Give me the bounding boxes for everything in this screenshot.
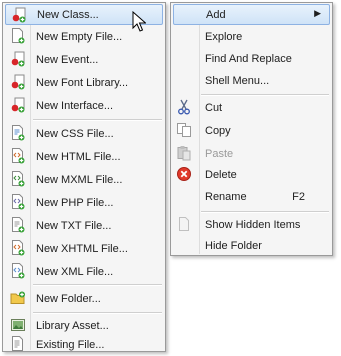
empty-file-icon [12,28,25,44]
menu-item-label: New XML File... [36,265,114,278]
menu-item-hide-folder[interactable]: Hide Folder [173,235,330,256]
menu-item-label: New HTML File... [36,150,121,163]
scissors-icon [178,99,190,115]
menu-item-label: New TXT File... [36,219,112,232]
menu-item-label: Existing File... [36,338,105,351]
font-library-icon [11,74,25,90]
paste-icon [177,146,191,161]
menu-item-label: Paste [205,147,234,160]
copy-icon [177,123,191,137]
menu-item-label: Delete [205,168,237,181]
txt-file-icon [12,217,25,233]
xml-file-icon [12,263,25,279]
menu-item-delete[interactable]: Delete [173,164,330,185]
html-file-icon [12,148,25,164]
menu-item-new-xml-file[interactable]: New XML File... [5,261,163,282]
shortcut-label: F2 [292,190,305,203]
menu-item-new-folder[interactable]: New Folder... [5,288,163,309]
menu-item-new-css-file[interactable]: New CSS File... [5,123,163,144]
menu-item-show-hidden-items[interactable]: Show Hidden Items [173,214,330,235]
menu-item-explore[interactable]: Explore [173,26,330,47]
menu-item-label: Find And Replace [205,52,292,65]
menu-item-library-asset[interactable]: Library Asset... [5,315,163,336]
menu-item-add[interactable]: Add ▶ [173,4,330,25]
menu-item-existing-file[interactable]: Existing File... [5,336,163,351]
menu-item-new-mxml-file[interactable]: New MXML File... [5,169,163,190]
class-icon [12,7,26,23]
menu-item-label: New XHTML File... [36,242,128,255]
library-asset-icon [11,319,25,331]
menu-item-paste[interactable]: Paste [173,143,330,164]
delete-icon [177,167,191,181]
menu-item-label: Add [206,8,226,21]
menu-item-new-php-file[interactable]: New PHP File... [5,192,163,213]
menu-item-new-html-file[interactable]: New HTML File... [5,146,163,167]
menu-item-new-xhtml-file[interactable]: New XHTML File... [5,238,163,259]
css-file-icon [12,125,25,141]
menu-item-label: New Font Library... [36,76,129,89]
menu-item-label: Library Asset... [36,319,109,332]
menu-item-label: New Empty File... [36,30,123,43]
menu-item-label: New MXML File... [36,173,123,186]
menu-separator [33,312,162,314]
php-file-icon [12,194,25,210]
xhtml-file-icon [12,240,25,256]
event-icon [11,51,25,67]
mxml-file-icon [12,171,25,187]
show-hidden-icon [179,217,189,231]
submenu-arrow-icon: ▶ [314,8,321,18]
menu-item-label: New Interface... [36,99,114,112]
menu-item-label: Hide Folder [205,239,262,252]
menu-item-label: New Folder... [36,292,101,305]
interface-icon [11,97,25,113]
mouse-cursor-icon [132,11,146,32]
new-folder-icon [10,291,25,304]
menu-separator [201,94,329,96]
menu-item-find-and-replace[interactable]: Find And Replace [173,48,330,69]
existing-file-icon [12,336,23,351]
menu-item-label: New PHP File... [36,196,114,209]
menu-separator [33,119,162,121]
menu-item-label: New Event... [36,53,99,66]
menu-item-copy[interactable]: Copy [173,120,330,141]
context-menu: Add ▶ Explore Find And Replace Shell Men… [170,2,333,256]
menu-item-label: Explore [205,30,243,43]
menu-item-new-font-library[interactable]: New Font Library... [5,72,163,93]
menu-separator [33,284,162,286]
menu-item-label: Rename [205,190,247,203]
menu-item-label: Copy [205,124,231,137]
menu-item-label: New CSS File... [36,127,114,140]
menu-item-new-event[interactable]: New Event... [5,49,163,70]
menu-item-label: Cut [205,101,223,114]
menu-separator [201,211,329,213]
menu-item-new-interface[interactable]: New Interface... [5,95,163,116]
menu-item-shell-menu[interactable]: Shell Menu... [173,70,330,91]
new-submenu: New Class... New Empty File... New Event… [2,2,166,352]
menu-item-label: Show Hidden Items [205,218,301,231]
menu-item-new-txt-file[interactable]: New TXT File... [5,215,163,236]
menu-item-cut[interactable]: Cut [173,97,330,118]
menu-item-label: Shell Menu... [205,74,270,87]
menu-item-rename[interactable]: Rename F2 [173,186,330,207]
menu-item-label: New Class... [37,8,99,21]
